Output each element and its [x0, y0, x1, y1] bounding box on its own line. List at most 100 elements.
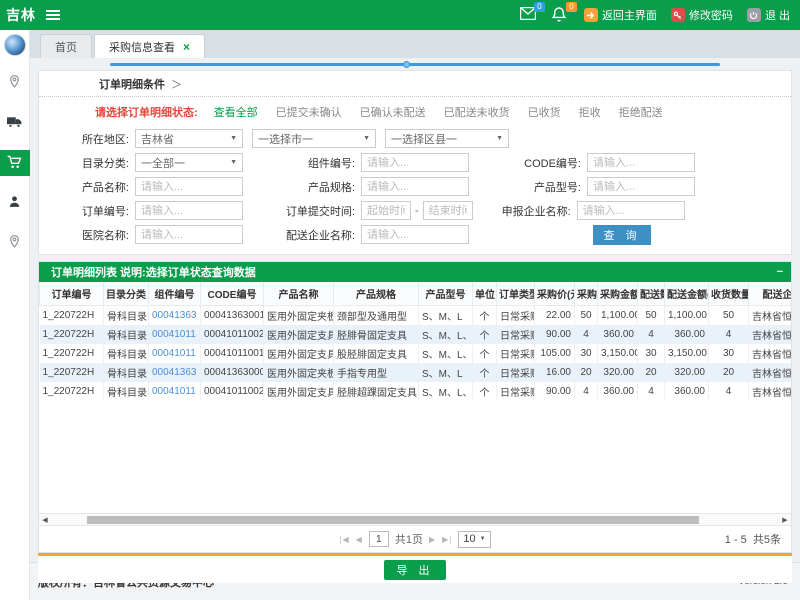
column-header: 订单类型 — [497, 282, 535, 306]
catalog-select[interactable]: 一全部一▼ — [135, 153, 243, 172]
table-cell: 360.00 — [665, 382, 709, 401]
sidebar-item-user[interactable] — [0, 190, 30, 216]
component-link[interactable]: 00041363 — [152, 367, 197, 378]
scrollbar-track[interactable] — [51, 515, 779, 525]
column-header: 产品型号 — [419, 282, 473, 306]
sidebar-item-location[interactable] — [0, 70, 30, 96]
catalog-label: 目录分类: — [39, 155, 135, 171]
table-cell: 1,100.00 — [665, 306, 709, 326]
tab-close-icon[interactable]: × — [183, 41, 190, 53]
chevron-right-icon: ＞ — [171, 76, 182, 92]
table-cell: 4 — [709, 382, 749, 401]
component-link-cell[interactable]: 00041011 — [149, 344, 201, 363]
user-avatar[interactable] — [4, 34, 26, 56]
status-option[interactable]: 已配送未收货 — [444, 104, 510, 120]
table-cell: 50 — [575, 306, 598, 326]
order-no-input[interactable] — [135, 201, 243, 220]
sidebar-item-region[interactable] — [0, 230, 30, 256]
sidebar — [0, 30, 30, 600]
component-link-cell[interactable]: 00041011 — [149, 325, 201, 344]
export-button[interactable]: 导 出 — [384, 560, 446, 580]
table-cell: 1,100.00 — [598, 306, 638, 326]
next-page-button[interactable]: ▶ — [429, 535, 436, 544]
prev-page-button[interactable]: ◀ — [356, 535, 363, 544]
sidebar-item-purchase[interactable] — [0, 150, 30, 176]
time-start-input[interactable] — [361, 201, 411, 220]
messages-button[interactable]: 0 — [520, 7, 538, 23]
table-body: 1_220722H骨科目录0004136300041363001医用外固定夹板颈… — [40, 306, 792, 402]
city-select[interactable]: 一选择市一▼ — [252, 129, 376, 148]
app-body: 首页 采购信息查看 × 订单明细条件 ＞ — [0, 30, 800, 600]
menu-toggle-icon[interactable] — [46, 10, 60, 20]
component-link[interactable]: 00041011 — [152, 386, 196, 397]
component-link-cell[interactable]: 00041363 — [149, 306, 201, 326]
province-select[interactable]: 吉林省▼ — [135, 129, 243, 148]
time-end-input[interactable] — [423, 201, 473, 220]
component-link-cell[interactable]: 00041363 — [149, 363, 201, 382]
table-cell: 4 — [575, 382, 598, 401]
status-option[interactable]: 查看全部 — [214, 104, 258, 120]
table-cell: 320.00 — [598, 363, 638, 382]
page-size-select[interactable]: 10 ▼ — [458, 531, 490, 548]
filter-panel: 订单明细条件 ＞ 请选择订单明细状态: 查看全部已提交未确认已确认未配送已配送未… — [38, 70, 792, 255]
time-range-dash: - — [415, 205, 419, 217]
table-cell: 22.00 — [535, 306, 575, 326]
tab-purchase-info[interactable]: 采购信息查看 × — [94, 34, 205, 58]
product-name-input[interactable] — [135, 177, 243, 196]
scroll-right-icon[interactable]: ▶ — [779, 516, 791, 524]
form-row-region: 所在地区: 吉林省▼ 一选择市一▼ 一选择区县一▼ — [39, 128, 791, 149]
hospital-input[interactable] — [135, 225, 243, 244]
declare-company-input[interactable] — [577, 201, 685, 220]
change-password-button[interactable]: 修改密码 — [671, 7, 733, 23]
table-cell: 胫腓骨固定支具 — [334, 325, 419, 344]
sidebar-item-delivery[interactable] — [0, 110, 30, 136]
table-cell: 20 — [575, 363, 598, 382]
table-cell: 1_220722H — [40, 325, 104, 344]
county-select[interactable]: 一选择区县一▼ — [385, 129, 509, 148]
notifications-button[interactable]: 0 — [552, 7, 570, 23]
table-cell: 4 — [638, 325, 665, 344]
status-option[interactable]: 已收货 — [528, 104, 561, 120]
table-cell: 吉林省恒达天创医疗科技有限公司 — [749, 325, 792, 344]
table-cell: 20 — [638, 363, 665, 382]
horizontal-scrollbar[interactable]: ◀ ▶ — [39, 514, 791, 526]
first-page-button[interactable]: |◀ — [339, 535, 349, 544]
tabbar: 首页 采购信息查看 × — [30, 30, 800, 58]
page-number-input[interactable] — [369, 531, 389, 547]
last-page-button[interactable]: ▶| — [442, 535, 452, 544]
table-cell: 50 — [709, 306, 749, 326]
table-cell: 骨科目录 — [104, 382, 149, 401]
top-scrollbar-thumb[interactable] — [403, 61, 410, 68]
declare-company-label: 申报企业名称: — [473, 203, 577, 219]
table-cell: 00041011002 — [201, 325, 264, 344]
table-cell: 个 — [473, 382, 497, 401]
status-option[interactable]: 拒绝配送 — [619, 104, 663, 120]
logout-button[interactable]: 退 出 — [747, 7, 790, 23]
component-link[interactable]: 00041011 — [152, 348, 196, 359]
code-no-input[interactable] — [587, 153, 695, 172]
product-spec-input[interactable] — [361, 177, 469, 196]
scroll-left-icon[interactable]: ◀ — [39, 516, 51, 524]
status-option[interactable]: 已确认未配送 — [360, 104, 426, 120]
collapse-icon[interactable]: − — [777, 266, 783, 278]
table-cell: S、M、L、加长 — [419, 382, 473, 401]
status-option[interactable]: 拒收 — [579, 104, 601, 120]
component-link[interactable]: 00041011 — [152, 329, 196, 340]
status-option[interactable]: 已提交未确认 — [276, 104, 342, 120]
delivery-company-input[interactable] — [361, 225, 469, 244]
return-main-button[interactable]: 返回主界面 — [584, 7, 657, 23]
table-cell: 医用外固定支具 — [264, 382, 334, 401]
component-link[interactable]: 00041363 — [152, 310, 197, 321]
product-model-input[interactable] — [587, 177, 695, 196]
table-cell: 00041363000 — [201, 363, 264, 382]
query-button[interactable]: 查 询 — [593, 225, 651, 245]
tab-home[interactable]: 首页 — [40, 34, 92, 58]
column-header: 采购数量 — [575, 282, 598, 306]
component-link-cell[interactable]: 00041011 — [149, 382, 201, 401]
component-no-input[interactable] — [361, 153, 469, 172]
scrollbar-thumb[interactable] — [87, 516, 699, 524]
column-header: 单位 — [473, 282, 497, 306]
top-scrollbar[interactable] — [110, 63, 720, 67]
chevron-down-icon: ▼ — [363, 135, 370, 142]
table-cell: 医用外固定支具 — [264, 325, 334, 344]
